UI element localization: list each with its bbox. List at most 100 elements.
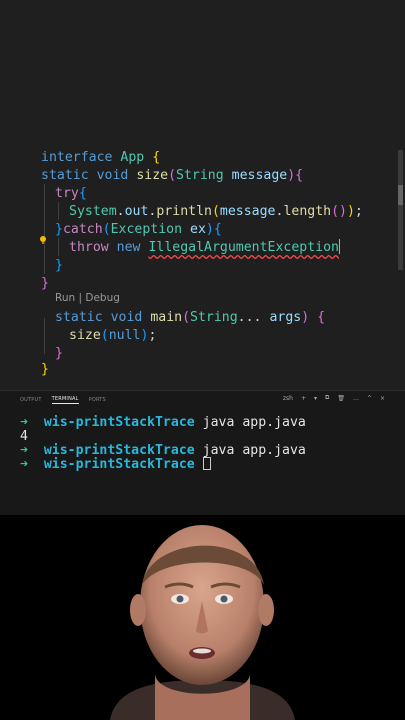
paren: () — [331, 204, 347, 219]
code-line-6[interactable]: throw new IllegalArgumentException — [69, 239, 340, 257]
code-line-9[interactable]: static void main(String... args) { — [55, 309, 325, 327]
terminal-cursor — [202, 457, 211, 470]
code-line-3[interactable]: try{ — [55, 185, 87, 203]
tab-terminal[interactable]: TERMINAL — [51, 396, 79, 404]
brace: } — [55, 346, 63, 361]
indent-guide — [44, 318, 45, 354]
brace: { — [317, 310, 326, 325]
semicolon: ; — [148, 328, 157, 343]
code-line-5[interactable]: }catch(Exception ex){ — [55, 221, 222, 239]
brace: } — [55, 258, 63, 273]
codelens-debug[interactable]: Debug — [85, 292, 120, 304]
method-name: println — [156, 204, 212, 219]
indent-guide — [58, 202, 59, 220]
terminal-cwd: wis-printStackTrace — [43, 457, 195, 472]
brace: { — [213, 222, 222, 237]
dot: . — [116, 204, 125, 219]
code-line-7[interactable]: } — [55, 257, 63, 275]
terminal-command: java app.java — [202, 443, 306, 458]
prompt-arrow-icon: ➜ — [20, 457, 28, 472]
terminal-line: ➜ wis-printStackTrace java app.java — [20, 415, 306, 431]
code-line-1[interactable]: interface App { — [41, 149, 160, 167]
code-line-10[interactable]: size(null); — [69, 327, 156, 345]
scrollbar-thumb[interactable] — [398, 185, 403, 205]
prompt-arrow-icon: ➜ — [20, 415, 28, 430]
presenter-face-image — [0, 515, 405, 720]
variable: message — [219, 204, 276, 219]
paren: ( — [100, 328, 109, 343]
bottom-panel: OUTPUT TERMINAL PORTS zsh + ▾ ⧉ 🗑 … ^ × … — [0, 390, 405, 516]
varargs: ... — [237, 310, 262, 325]
terminal-output: 4 — [20, 429, 28, 444]
brace: { — [295, 168, 304, 183]
type-name: App — [120, 150, 145, 165]
prompt-arrow-icon: ➜ — [20, 443, 28, 458]
paren: ( — [168, 168, 177, 183]
indent-guide — [58, 238, 59, 256]
close-icon[interactable]: × — [380, 395, 385, 402]
brace: } — [41, 276, 49, 291]
keyword: try — [55, 186, 79, 201]
more-icon[interactable]: … — [353, 395, 359, 402]
terminal-line[interactable]: ➜ wis-printStackTrace — [20, 457, 211, 473]
keyword: new — [116, 240, 141, 255]
code-line-4[interactable]: System.out.println(message.length()); — [69, 203, 363, 221]
method-name: size — [136, 168, 169, 183]
shell-label[interactable]: zsh — [283, 395, 293, 402]
paren: ) — [346, 204, 355, 219]
brace: } — [41, 362, 49, 377]
code-line-12[interactable]: } — [41, 361, 49, 379]
parameter: message — [231, 168, 288, 183]
editor-scrollbar[interactable] — [398, 150, 403, 270]
keyword: void — [110, 310, 143, 325]
type-name: String — [190, 310, 238, 325]
keyword: void — [96, 168, 129, 183]
keyword: null — [108, 328, 141, 343]
paren: ( — [102, 222, 111, 237]
paren: ( — [182, 310, 191, 325]
new-terminal-icon[interactable]: + — [301, 395, 306, 402]
class-name: System — [69, 204, 117, 219]
method-name: main — [150, 310, 183, 325]
panel-tabs: OUTPUT TERMINAL PORTS — [20, 393, 106, 407]
brace: { — [152, 150, 161, 165]
split-terminal-icon[interactable]: ⧉ — [325, 394, 329, 402]
semicolon: ; — [354, 204, 363, 219]
code-editor[interactable]: interface App { static void size(String … — [0, 0, 405, 390]
code-line-11[interactable]: } — [55, 345, 63, 363]
brace: { — [78, 186, 87, 201]
keyword: static — [55, 310, 103, 325]
lightbulb-icon[interactable] — [40, 236, 46, 244]
keyword: static — [41, 168, 89, 183]
field: out — [124, 204, 149, 219]
parameter: args — [269, 310, 302, 325]
paren: ( — [211, 204, 220, 219]
terminal-cwd: wis-printStackTrace — [43, 443, 195, 458]
codelens: Run | Debug — [55, 292, 120, 304]
trash-icon[interactable]: 🗑 — [337, 395, 345, 402]
method-name: length — [283, 204, 332, 219]
paren: ) — [205, 222, 214, 237]
type-name: IllegalArgumentException — [148, 240, 339, 255]
type-name: Exception — [110, 222, 183, 237]
keyword: catch — [62, 222, 103, 237]
variable: ex — [190, 222, 206, 237]
terminal-command: java app.java — [202, 415, 306, 430]
method-name: size — [69, 328, 101, 343]
type-name: String — [176, 168, 224, 183]
tab-ports[interactable]: PORTS — [89, 397, 106, 403]
keyword: interface — [41, 150, 113, 165]
brace: } — [55, 222, 63, 237]
panel-actions: zsh + ▾ ⧉ 🗑 … ^ × — [283, 394, 385, 402]
codelens-separator: | — [75, 292, 86, 304]
codelens-run[interactable]: Run — [55, 292, 75, 304]
text-cursor — [339, 239, 340, 254]
code-line-2[interactable]: static void size(String message){ — [41, 167, 303, 185]
indent-guide — [44, 184, 45, 274]
code-line-8[interactable]: } — [41, 275, 49, 293]
paren: ) — [287, 168, 296, 183]
dropdown-icon[interactable]: ▾ — [314, 395, 317, 402]
maximize-icon[interactable]: ^ — [367, 395, 372, 402]
tab-output[interactable]: OUTPUT — [20, 397, 42, 403]
paren: ) — [301, 310, 310, 325]
